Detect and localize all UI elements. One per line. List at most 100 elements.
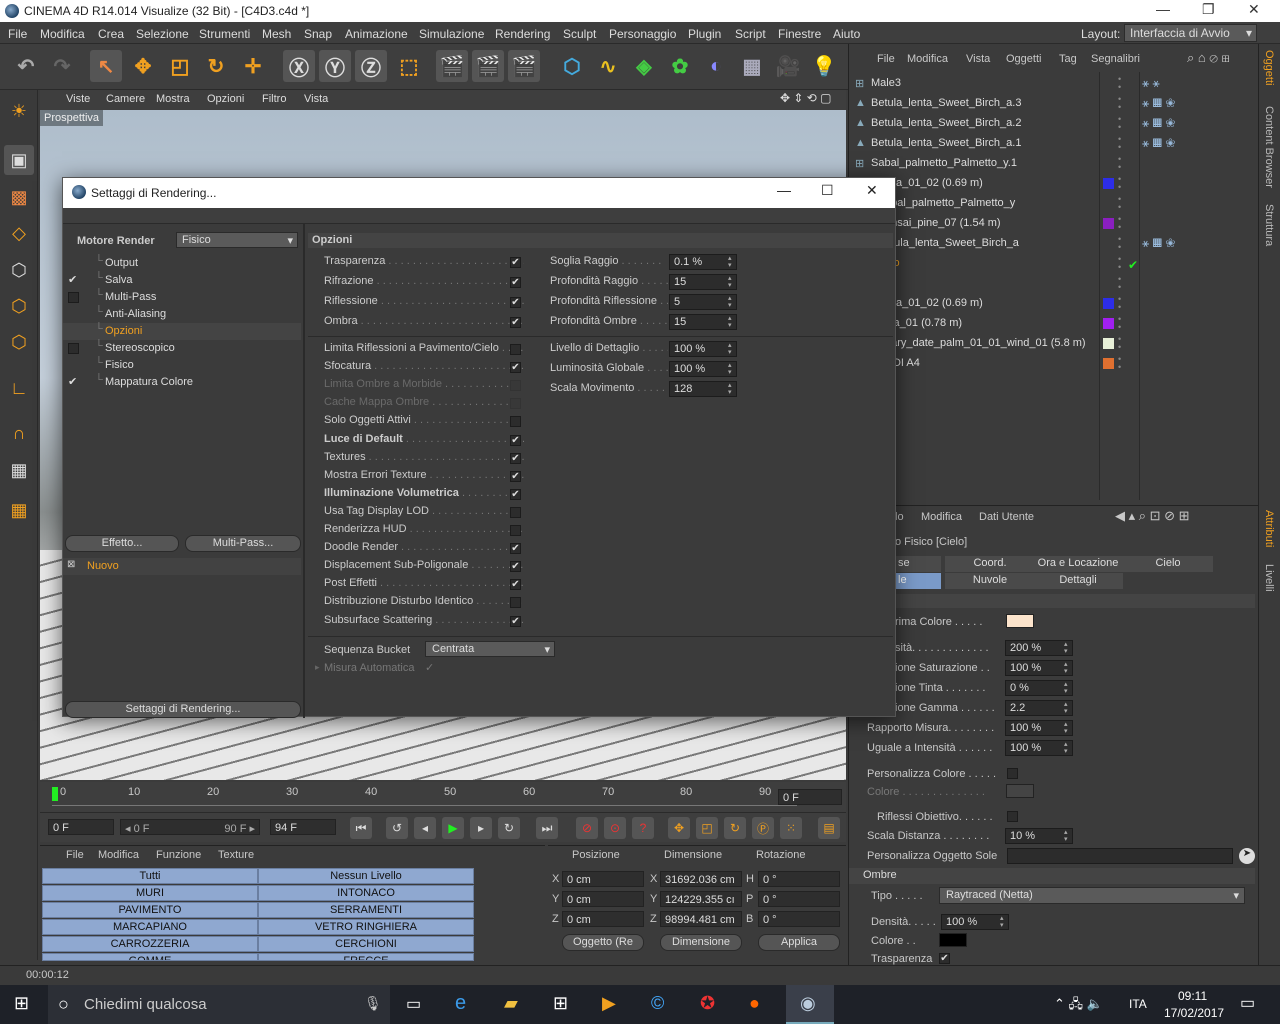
dialog-close-button[interactable]: ✕ <box>866 182 878 199</box>
notifications-icon[interactable]: ▭ <box>1240 993 1255 1013</box>
layer-button[interactable]: Nessun Livello <box>258 868 474 884</box>
preview-range-field[interactable]: ◂ 0 F 90 F ▸ <box>120 819 260 835</box>
render-settings-button[interactable]: Settaggi di Rendering... <box>65 701 301 718</box>
app-icon[interactable]: © <box>651 993 664 1014</box>
viewport-menu-opzioni[interactable]: Opzioni <box>207 93 244 105</box>
make-editable-icon[interactable]: ☀ <box>4 96 34 126</box>
layer-color-swatch[interactable] <box>1103 218 1114 229</box>
cube-icon[interactable]: ⬡ <box>556 50 588 82</box>
menu-sculpt[interactable]: Sculpt <box>563 27 596 41</box>
option-spin-field[interactable]: 100 % <box>669 361 737 377</box>
tab-livelli[interactable]: Livelli <box>1263 564 1275 592</box>
store-icon[interactable]: ⊞ <box>553 993 568 1014</box>
key-parameter-icon[interactable]: Ⓟ <box>752 817 774 839</box>
position-y-field[interactable]: 0 cm <box>562 891 644 907</box>
obj-menu-segnalibri[interactable]: Segnalibri <box>1091 53 1140 65</box>
layer-button[interactable]: GOMME <box>42 953 258 961</box>
layer-color-swatch[interactable] <box>1103 358 1114 369</box>
polygons-mode-icon[interactable]: ⬡ <box>4 327 34 357</box>
layer-button[interactable]: Tutti <box>42 868 258 884</box>
timeline-playhead[interactable] <box>52 787 58 801</box>
workplane-mode-icon[interactable]: ◇ <box>4 218 34 248</box>
layer-button[interactable]: MURI <box>42 885 258 901</box>
render-tree-item[interactable]: └ Anti-Aliasing <box>63 306 301 323</box>
tab-attributi[interactable]: Attributi <box>1263 510 1275 547</box>
riflessi-obiettivo-checkbox[interactable] <box>1007 811 1018 822</box>
autokey-icon[interactable]: ⊙ <box>604 817 626 839</box>
rotation-p-field[interactable]: 0 ° <box>758 891 840 907</box>
option-spin-field[interactable]: 128 <box>669 381 737 397</box>
tray-icons[interactable]: ⌃ 🖧 🔈 <box>1054 995 1103 1017</box>
shadow-type-dropdown[interactable]: Raytraced (Netta) ▾ <box>939 887 1245 904</box>
attr-menu-modo[interactable]: lo <box>895 511 904 523</box>
visibility-dots-icon[interactable]: • • <box>1118 315 1121 332</box>
magnet-icon[interactable]: ∩ <box>4 418 34 448</box>
media-app-icon[interactable]: ▶ <box>602 993 616 1014</box>
personalizza-colore-checkbox[interactable] <box>1007 768 1018 779</box>
option-checkbox[interactable]: ✔ <box>510 277 521 288</box>
option-checkbox[interactable]: ✔ <box>510 317 521 328</box>
record-icon[interactable]: ⊘ <box>576 817 598 839</box>
option-checkbox[interactable]: ✔ <box>510 452 521 464</box>
option-checkbox[interactable]: ✔ <box>510 257 521 268</box>
option-spin-field[interactable]: 15 <box>669 274 737 290</box>
position-x-field[interactable]: 0 cm <box>562 871 644 887</box>
dialog-minimize-button[interactable]: — <box>777 182 791 198</box>
select-tool-icon[interactable]: ↖ <box>90 50 122 82</box>
layer-button[interactable]: PAVIMENTO <box>42 902 258 918</box>
close-button[interactable]: ✕ <box>1248 1 1260 18</box>
layer-button[interactable]: CERCHIONI <box>258 936 474 952</box>
layer-button[interactable]: CARROZZERIA <box>42 936 258 952</box>
visibility-dots-icon[interactable]: • • <box>1118 175 1121 192</box>
render-tree-item[interactable]: └ Opzioni <box>63 323 301 340</box>
tab-struttura[interactable]: Struttura <box>1263 204 1275 246</box>
tray-time[interactable]: 09:11 <box>1178 989 1207 1003</box>
y-axis-icon[interactable]: Ⓨ <box>319 50 351 82</box>
attr-tab[interactable]: Dettagli <box>1033 573 1123 589</box>
material-menu-modifica[interactable]: Modifica <box>98 849 139 861</box>
material-menu-texture[interactable]: Texture <box>218 849 254 861</box>
tray-language[interactable]: ITA <box>1129 997 1147 1011</box>
option-checkbox[interactable]: ✔ <box>510 362 521 374</box>
cinema4d-taskbar-button[interactable]: ◉ <box>786 985 834 1024</box>
option-spin-field[interactable]: 100 % <box>669 341 737 357</box>
attr-spin-field[interactable]: 0 % <box>1005 680 1073 696</box>
render-settings-icon[interactable]: 🎬 <box>508 50 540 82</box>
tab-content-browser[interactable]: Content Browser <box>1263 106 1275 188</box>
layer-button[interactable]: INTONACO <box>258 885 474 901</box>
tree-item-checkbox[interactable] <box>68 343 79 354</box>
obj-menu-oggetti[interactable]: Oggetti <box>1006 53 1041 65</box>
render-tree-item[interactable]: ✔ └ Salva <box>63 272 301 289</box>
menu-animazione[interactable]: Animazione <box>345 27 408 41</box>
expand-icon[interactable]: ⊠ <box>67 559 75 570</box>
task-view-icon[interactable]: ▭ <box>406 994 421 1014</box>
layer-button[interactable]: VETRO RINGHIERA <box>258 919 474 935</box>
file-explorer-icon[interactable]: ▰ <box>504 993 518 1014</box>
camera-icon[interactable]: 🎥 <box>772 50 804 82</box>
rotation-b-field[interactable]: 0 ° <box>758 911 840 927</box>
dialog-splitter[interactable] <box>303 224 305 718</box>
nurbs-icon[interactable]: ◈ <box>628 50 660 82</box>
layer-color-swatch[interactable] <box>1103 298 1114 309</box>
current-frame-field[interactable]: 0 F <box>778 789 842 805</box>
timeline[interactable]: 0 10 20 30 40 50 60 70 80 90 0 F <box>40 782 846 812</box>
start-frame-field[interactable]: 0 F <box>48 819 114 835</box>
layer-color-swatch[interactable] <box>1103 178 1114 189</box>
visibility-dots-icon[interactable]: • • <box>1118 135 1121 152</box>
visibility-dots-icon[interactable]: • • <box>1118 215 1121 232</box>
spline-icon[interactable]: ∿ <box>592 50 624 82</box>
points-mode-icon[interactable]: ⬡ <box>4 255 34 285</box>
material-menu-file[interactable]: File <box>66 849 84 861</box>
key-scale-icon[interactable]: ◰ <box>696 817 718 839</box>
attr-spin-field[interactable]: 10 % <box>1005 828 1073 844</box>
coord-size-mode-dropdown[interactable]: Dimensione <box>660 934 742 951</box>
option-checkbox[interactable] <box>510 525 521 536</box>
visibility-dots-icon[interactable]: • • <box>1118 235 1121 252</box>
ombre-section-header[interactable]: Ombre <box>849 868 1255 884</box>
visibility-dots-icon[interactable]: • • <box>1118 75 1121 92</box>
goto-start-icon[interactable]: ⏮ <box>350 817 372 839</box>
effetto-button[interactable]: Effetto... <box>65 535 179 552</box>
attr-tab[interactable]: Nuvole <box>945 573 1035 589</box>
key-pla-icon[interactable]: ⁙ <box>780 817 802 839</box>
prev-frame-icon[interactable]: ◂ <box>414 817 436 839</box>
